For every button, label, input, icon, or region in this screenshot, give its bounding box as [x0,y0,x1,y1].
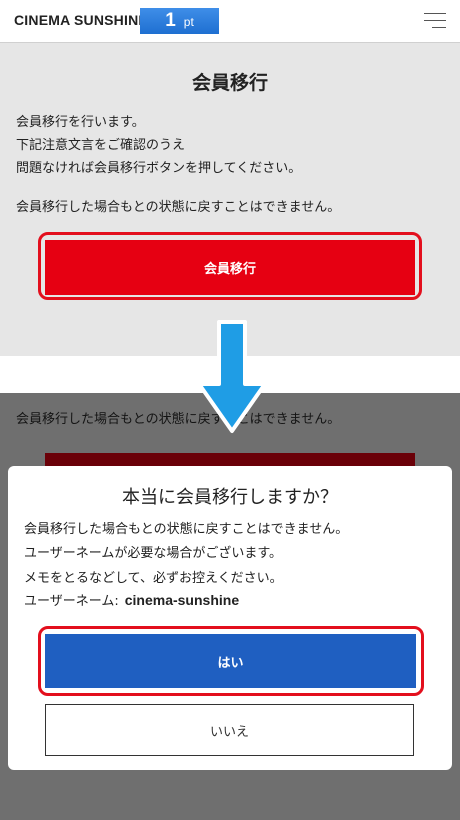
page-title: 会員移行 [191,72,268,94]
intro-line-3: 問題なければ会員移行ボタンを押してください。 [16,161,302,176]
username-label: ユーザーネーム: [24,594,119,609]
member-migration-screen: CINEMA SUNSHINE 1 pt 会員移行 会員移行を行います。 下記注… [0,0,460,356]
confirm-dialog-screen: 会員移行した場合もとの状態に戻すことはできません。 本当に会員移行しますか？ 会… [0,393,460,820]
username-row: ユーザーネーム: cinema-sunshine [24,590,239,609]
yes-button[interactable]: はい [45,634,416,688]
modal-line-1: 会員移行した場合もとの状態に戻すことはできません。 [24,522,349,537]
intro-line-2: 下記注意文言をご確認のうえ [16,138,186,153]
modal-line-2: ユーザーネームが必要な場合がございます。 [24,546,283,561]
no-button[interactable]: いいえ [45,704,414,756]
intro-line-1: 会員移行を行います。 [16,115,145,130]
down-arrow-icon [197,320,267,433]
username-value: cinema-sunshine [124,592,240,608]
points-value: 1 [165,10,176,31]
confirm-modal: 本当に会員移行しますか？ 会員移行した場合もとの状態に戻すことはできません。 ユ… [8,466,452,770]
modal-line-3: メモをとるなどして、必ずお控えください。 [24,571,283,586]
points-badge: 1 pt [140,8,219,34]
member-migration-button[interactable]: 会員移行 [45,240,415,295]
modal-title: 本当に会員移行しますか？ [122,487,338,508]
app-header: CINEMA SUNSHINE 1 pt [0,0,460,43]
background-warning-text: 会員移行した場合もとの状態に戻すことはできません。 [16,412,341,427]
warning-text: 会員移行した場合もとの状態に戻すことはできません。 [16,200,341,215]
hamburger-menu-icon[interactable] [424,12,446,30]
cinema-sunshine-logo: CINEMA SUNSHINE [14,12,148,28]
points-unit: pt [183,15,194,29]
